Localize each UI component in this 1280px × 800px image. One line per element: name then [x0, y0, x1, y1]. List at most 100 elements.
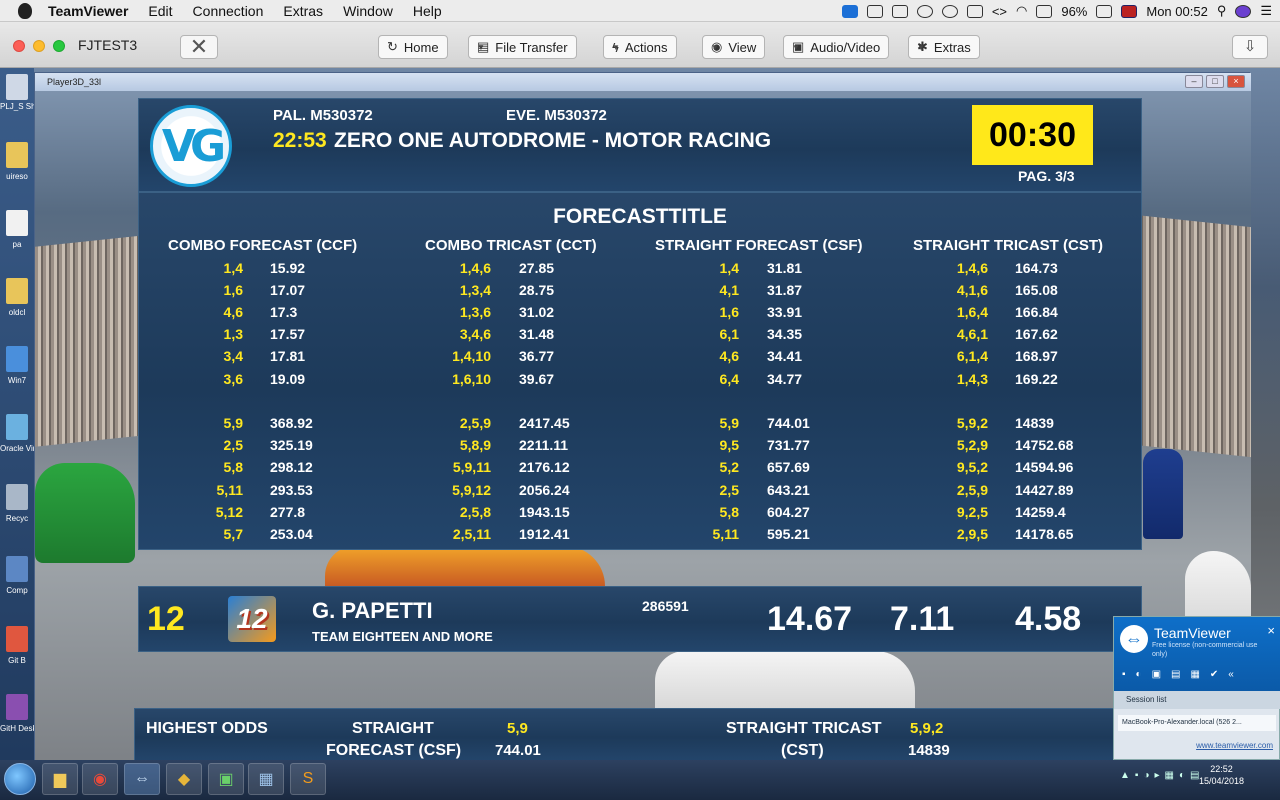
file-icon[interactable]	[6, 210, 28, 236]
forecast-combo: 4,6,1	[956, 326, 988, 342]
window-close-dot[interactable]	[13, 40, 25, 52]
forecast-combo: 5,11	[712, 526, 739, 542]
check-icon[interactable]	[916, 4, 933, 18]
pit-crew-figure	[1143, 449, 1183, 539]
menu-app-teamviewer[interactable]: TeamViewer	[38, 3, 138, 19]
windows-start-button[interactable]	[4, 763, 36, 795]
forecast-odds: 368.92	[270, 415, 313, 431]
forecast-combo: 1,3	[223, 326, 243, 342]
forecast-combo: 5,9,12	[452, 482, 491, 498]
st-label-line1: STRAIGHT TRICAST	[726, 720, 882, 737]
driver-bar	[138, 586, 1142, 652]
close-session-button[interactable]: ✕	[180, 35, 218, 59]
forecast-odds: 731.77	[767, 437, 810, 453]
mac-menubar: TeamViewer Edit Connection Extras Window…	[0, 0, 1280, 22]
home-button[interactable]: ↻ Home	[378, 35, 448, 59]
close-button[interactable]: ×	[1227, 75, 1245, 88]
wifi-icon[interactable]: ◠	[1016, 3, 1027, 19]
system-tray-icons[interactable]: ▲▪◑▸▦◐▤	[1120, 770, 1204, 781]
taskbar-clock[interactable]: 22:52 15/04/2018	[1199, 763, 1244, 787]
menu-help[interactable]: Help	[403, 3, 452, 19]
github-desktop-icon[interactable]	[6, 694, 28, 720]
window-icon: ▣	[218, 771, 234, 788]
view-button[interactable]: ◉ View ▼	[702, 35, 766, 59]
forecast-odds: 14427.89	[1015, 482, 1074, 498]
forecast-odds: 1912.41	[519, 526, 570, 542]
forecast-combo: 1,3,4	[459, 282, 491, 298]
forecast-combo: 9,5	[719, 437, 739, 453]
search-icon[interactable]: ⚲	[1217, 3, 1227, 19]
teamviewer-tray-icon[interactable]	[841, 4, 858, 18]
forecast-combo: 9,2,5	[956, 504, 988, 520]
window-minimize-dot[interactable]	[33, 40, 45, 52]
notification-actions-icon[interactable]: ▪◐▣▤▦✔«	[1122, 669, 1244, 680]
windows-app-icon[interactable]	[6, 346, 28, 372]
sublime-taskbar-icon[interactable]: S	[290, 763, 326, 795]
clock[interactable]: Mon 00:52	[1146, 4, 1207, 19]
forecast-odds: 1943.15	[519, 504, 570, 520]
download-icon: ⇩	[1243, 38, 1257, 55]
teamviewer-icon: ⇔	[134, 770, 150, 787]
maximize-button[interactable]: □	[1206, 75, 1224, 88]
computer-icon[interactable]	[6, 556, 28, 582]
close-icon[interactable]: ×	[1267, 623, 1275, 638]
desktop-icon-label: PLJ_S Shor	[0, 102, 34, 111]
driver-team: TEAM EIGHTEEN AND MORE	[312, 629, 493, 644]
dropbox-icon[interactable]	[891, 4, 908, 18]
teamviewer-taskbar-icon[interactable]: ⇔	[124, 763, 160, 795]
highest-odds-label: HIGHEST ODDS	[146, 720, 268, 737]
download-button[interactable]: ⇩	[1232, 35, 1268, 59]
window-zoom-dot[interactable]	[53, 40, 65, 52]
extras-button[interactable]: ✱ Extras ▼	[908, 35, 980, 59]
minimize-button[interactable]: –	[1185, 75, 1203, 88]
audio-video-button[interactable]: ▣ Audio/Video ▼	[783, 35, 890, 59]
menu-connection[interactable]: Connection	[183, 3, 274, 19]
sf-combo: 5,9	[507, 720, 528, 737]
keyboard-icon[interactable]	[966, 4, 983, 18]
menu-window[interactable]: Window	[333, 3, 403, 19]
forecast-odds: 168.97	[1015, 348, 1058, 364]
virtualbox-icon[interactable]	[6, 414, 28, 440]
recycle-bin-icon[interactable]	[6, 484, 28, 510]
apple-icon[interactable]	[18, 2, 32, 19]
battery-icon[interactable]	[1096, 4, 1113, 18]
forecast-combo: 6,4	[719, 371, 739, 387]
list-icon[interactable]: ☰	[1260, 3, 1272, 19]
app-taskbar-icon-6[interactable]: ▦	[248, 763, 284, 795]
folder-icon[interactable]	[6, 142, 28, 168]
file-transfer-button[interactable]: ▤ File Transfer ▼	[468, 35, 577, 59]
app-taskbar-icon-5[interactable]: ▣	[208, 763, 244, 795]
sync-icon[interactable]	[941, 4, 958, 18]
grandstand-left	[35, 235, 145, 447]
folder-icon[interactable]	[6, 278, 28, 304]
forecast-odds: 31.87	[767, 282, 803, 298]
forecast-odds: 165.08	[1015, 282, 1058, 298]
explorer-taskbar-icon[interactable]: ▆	[42, 763, 78, 795]
forecast-odds: 164.73	[1015, 260, 1058, 276]
player3d-title: Player3D_33l	[47, 77, 102, 87]
code-icon[interactable]: <>	[992, 4, 1007, 19]
driver-badge-icon: 12	[228, 596, 276, 642]
forecast-combo: 3,4	[223, 348, 243, 364]
forecast-combo: 4,6	[719, 348, 739, 364]
git-bash-icon[interactable]	[6, 626, 28, 652]
chrome-taskbar-icon[interactable]: ◉	[82, 763, 118, 795]
session-list-label: Session list	[1126, 695, 1167, 704]
actions-button[interactable]: ϟ Actions ▼	[603, 35, 677, 59]
session-item[interactable]: MacBook-Pro-Alexander.local (526 2...	[1118, 715, 1276, 731]
teamviewer-website-link[interactable]: www.teamviewer.com	[1196, 741, 1273, 750]
forecast-odds: 14594.96	[1015, 459, 1074, 475]
forecast-combo: 2,5,8	[459, 504, 491, 520]
siri-icon[interactable]	[1235, 4, 1252, 18]
teamviewer-notification[interactable]: ⇔ TeamViewer Free license (non-commercia…	[1113, 616, 1280, 760]
app-taskbar-icon-4[interactable]: ◆	[166, 763, 202, 795]
airplay-icon[interactable]	[1036, 4, 1053, 18]
menu-extras[interactable]: Extras	[273, 3, 333, 19]
menu-edit[interactable]: Edit	[138, 3, 182, 19]
session-list-header[interactable]: Session list	[1114, 691, 1280, 709]
shortcut-icon[interactable]	[6, 74, 28, 100]
docker-icon[interactable]	[866, 4, 883, 18]
forecast-combo: 2,5	[223, 437, 243, 453]
flag-icon[interactable]	[1121, 4, 1138, 18]
forecast-combo: 1,4	[719, 260, 739, 276]
